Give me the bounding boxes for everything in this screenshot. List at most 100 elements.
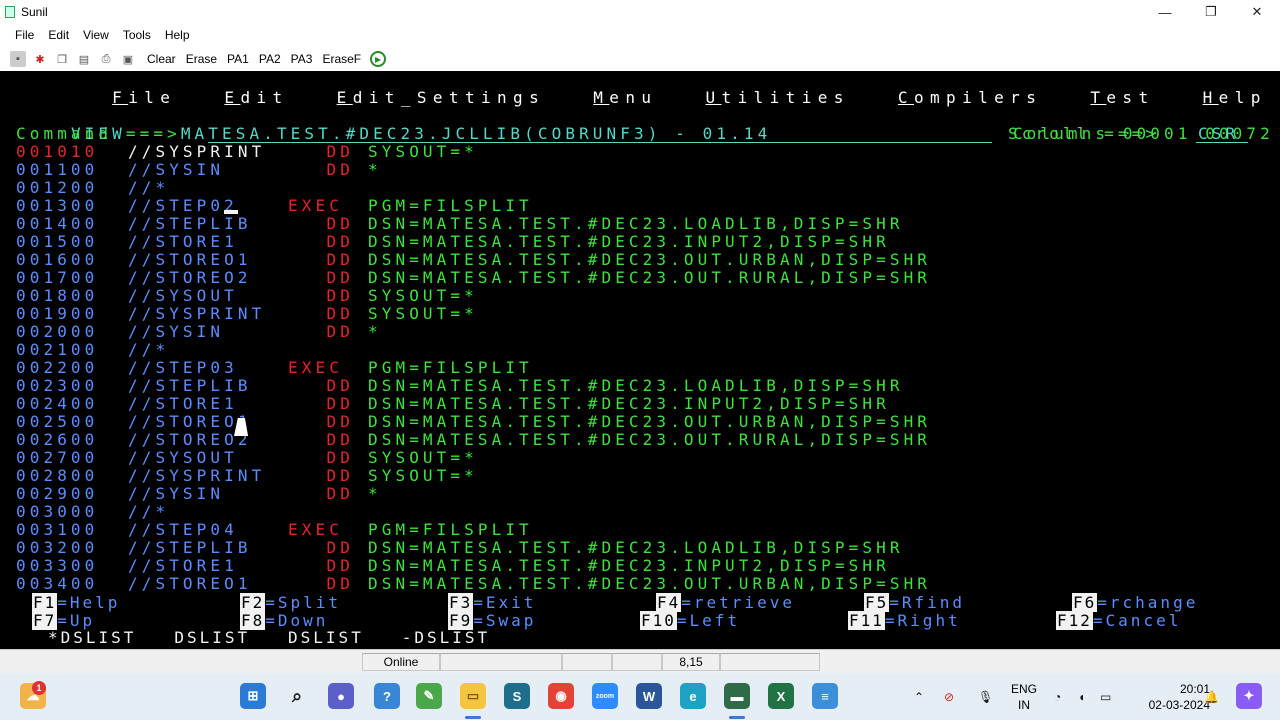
menu-tools[interactable]: Tools — [123, 28, 151, 42]
ispf-menu-menu[interactable]: Menu — [593, 88, 657, 107]
app-s-icon[interactable]: S — [504, 683, 530, 709]
notepad-icon[interactable]: ✎ — [416, 683, 442, 709]
line-number[interactable]: 001300 — [16, 197, 128, 215]
paste-icon[interactable]: ▤ — [76, 51, 92, 67]
line-number[interactable]: 002600 — [16, 431, 128, 449]
macro-icon[interactable]: ▣ — [120, 51, 136, 67]
line-number[interactable]: 003000 — [16, 503, 128, 521]
ispf-menu-help[interactable]: Help — [1203, 88, 1267, 107]
edge-icon[interactable]: e — [680, 683, 706, 709]
jcl-line[interactable]: 001600//STOREO1 DD DSN=MATESA.TEST.#DEC23.… — [16, 251, 931, 269]
menu-help[interactable]: Help — [165, 28, 190, 42]
clock[interactable]: 20:01 02-03-2024 — [1149, 681, 1210, 713]
jcl-line[interactable]: 001400//STEPLIB DD DSN=MATESA.TEST.#DEC23.… — [16, 215, 904, 233]
show-hidden-icons[interactable]: ⌃ — [914, 673, 924, 720]
fkey-f10[interactable]: F10=Left — [640, 611, 740, 630]
jcl-line[interactable]: 002100//* — [16, 341, 368, 359]
line-number[interactable]: 001400 — [16, 215, 128, 233]
jcl-line[interactable]: 002600//STOREO2 DD DSN=MATESA.TEST.#DEC23.… — [16, 431, 931, 449]
security-icon[interactable]: ⊘ — [944, 673, 954, 720]
fkey-f2[interactable]: F2=Split — [240, 593, 341, 612]
jcl-line[interactable]: 002000//SYSIN DD * — [16, 323, 382, 341]
ispf-menu-file[interactable]: File — [112, 88, 176, 107]
zoom-icon[interactable]: zoom — [592, 683, 618, 709]
terminal-emulator-icon[interactable]: ▬ — [724, 683, 750, 709]
jcl-line[interactable]: 001200//* — [16, 179, 368, 197]
ispf-menu-test[interactable]: Test — [1090, 88, 1154, 107]
menu-edit[interactable]: Edit — [48, 28, 69, 42]
jcl-line[interactable]: 002900//SYSIN DD * — [16, 485, 382, 503]
pa2-button[interactable]: PA2 — [259, 52, 281, 66]
fkey-f6[interactable]: F6=rchange — [1072, 593, 1198, 612]
line-number[interactable]: 001010 — [16, 143, 128, 161]
microphone-icon[interactable]: 🎙 — [978, 673, 993, 720]
line-number[interactable]: 001700 — [16, 269, 128, 287]
line-number[interactable]: 001200 — [16, 179, 128, 197]
jcl-line[interactable]: 001010//SYSPRINT DD SYSOUT=* — [16, 143, 478, 161]
fkey-f11[interactable]: F11=Right — [848, 611, 961, 630]
fkey-f1[interactable]: F1=Help — [32, 593, 120, 612]
line-number[interactable]: 001600 — [16, 251, 128, 269]
wifi-icon[interactable]: ◔ — [1054, 673, 1061, 720]
line-number[interactable]: 001100 — [16, 161, 128, 179]
notification-bell-icon[interactable]: 🔔 — [1204, 673, 1219, 720]
jcl-line[interactable]: 002300//STEPLIB DD DSN=MATESA.TEST.#DEC23.… — [16, 377, 904, 395]
line-number[interactable]: 002400 — [16, 395, 128, 413]
jcl-line[interactable]: 001300//STEP02 EXEC PGM=FILSPLIT — [16, 197, 533, 215]
windows-start-icon[interactable]: ⊞ — [240, 683, 266, 709]
search-icon[interactable]: ⌕ — [284, 683, 310, 709]
chrome-icon[interactable]: ◉ — [548, 683, 574, 709]
copilot-icon[interactable]: ✦ — [1236, 683, 1262, 709]
ispf-menu-compilers[interactable]: Compilers — [898, 88, 1042, 107]
menu-file[interactable]: File — [15, 28, 34, 42]
ispf-menu-utilities[interactable]: Utilities — [706, 88, 850, 107]
print-icon[interactable]: ⎙ — [98, 51, 114, 67]
line-number[interactable]: 001900 — [16, 305, 128, 323]
line-number[interactable]: 001800 — [16, 287, 128, 305]
line-number[interactable]: 003100 — [16, 521, 128, 539]
teams-icon[interactable]: ● — [328, 683, 354, 709]
close-button[interactable]: ✕ — [1234, 0, 1280, 24]
fkey-f4[interactable]: F4=retrieve — [656, 593, 795, 612]
jcl-line[interactable]: 002200//STEP03 EXEC PGM=FILSPLIT — [16, 359, 533, 377]
dslist-bar[interactable]: *DSLIST DSLIST DSLIST -DSLIST — [48, 629, 490, 647]
terminal-screen[interactable]: File Edit Edit_Settings Menu Utilities C… — [0, 71, 1280, 649]
line-number[interactable]: 002100 — [16, 341, 128, 359]
fkey-f5[interactable]: F5=Rfind — [864, 593, 965, 612]
ispf-menu-edit[interactable]: Edit — [224, 88, 288, 107]
jcl-line[interactable]: 002500//STOREO1 DD DSN=MATESA.TEST.#DEC23.… — [16, 413, 931, 431]
line-number[interactable]: 002800 — [16, 467, 128, 485]
erase-button[interactable]: Erase — [186, 52, 217, 66]
jcl-line[interactable]: 001700//STOREO2 DD DSN=MATESA.TEST.#DEC23.… — [16, 269, 931, 287]
word-icon[interactable]: W — [636, 683, 662, 709]
jcl-line[interactable]: 003400//STOREO1 DD DSN=MATESA.TEST.#DEC23.… — [16, 575, 931, 593]
chrome-badge-icon[interactable]: ? — [374, 683, 400, 709]
jcl-line[interactable]: 002700//SYSOUT DD SYSOUT=* — [16, 449, 478, 467]
file-explorer-icon[interactable]: ▭ — [460, 683, 486, 709]
jcl-line[interactable]: 003000//* — [16, 503, 368, 521]
pa3-button[interactable]: PA3 — [291, 52, 313, 66]
line-number[interactable]: 002700 — [16, 449, 128, 467]
fkey-f12[interactable]: F12=Cancel — [1056, 611, 1181, 630]
jcl-line[interactable]: 002400//STORE1 DD DSN=MATESA.TEST.#DEC23.I… — [16, 395, 890, 413]
minimize-button[interactable]: — — [1142, 0, 1188, 24]
line-number[interactable]: 002900 — [16, 485, 128, 503]
line-number[interactable]: 003300 — [16, 557, 128, 575]
line-number[interactable]: 002300 — [16, 377, 128, 395]
line-number[interactable]: 003400 — [16, 575, 128, 593]
notes-icon[interactable]: ≡ — [812, 683, 838, 709]
line-number[interactable]: 001500 — [16, 233, 128, 251]
clear-button[interactable]: Clear — [147, 52, 176, 66]
disconnect-icon[interactable]: ▪ — [10, 51, 26, 67]
jcl-line[interactable]: 003300//STORE1 DD DSN=MATESA.TEST.#DEC23.I… — [16, 557, 890, 575]
battery-icon[interactable]: ▭ — [1100, 673, 1111, 720]
fkey-f3[interactable]: F3=Exit — [448, 593, 536, 612]
line-number[interactable]: 002000 — [16, 323, 128, 341]
excel-icon[interactable]: X — [768, 683, 794, 709]
menu-view[interactable]: View — [83, 28, 109, 42]
jcl-line[interactable]: 002800//SYSPRINT DD SYSOUT=* — [16, 467, 478, 485]
jcl-line[interactable]: 001900//SYSPRINT DD SYSOUT=* — [16, 305, 478, 323]
jcl-line[interactable]: 003200//STEPLIB DD DSN=MATESA.TEST.#DEC23.… — [16, 539, 904, 557]
play-icon[interactable]: ▶ — [370, 51, 387, 67]
copy-icon[interactable]: ❐ — [54, 51, 70, 67]
